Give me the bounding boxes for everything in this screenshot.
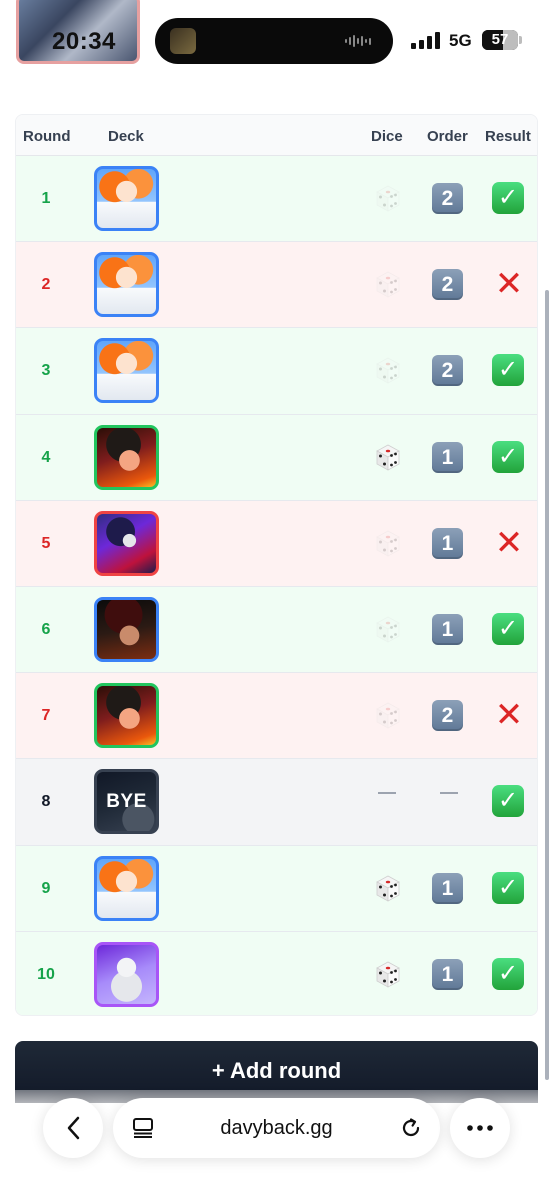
browser-toolbar: davyback.gg — [0, 1090, 553, 1200]
table-row[interactable]: 3 2 ✓ — [16, 328, 537, 415]
dice-icon[interactable] — [373, 873, 403, 903]
deck-leader-image[interactable] — [94, 424, 159, 490]
order-badge[interactable]: 2 — [432, 183, 463, 214]
deck-leader-image[interactable]: BYE — [94, 769, 159, 835]
dice-empty-dash — [378, 792, 396, 795]
dice-icon[interactable] — [373, 959, 403, 989]
check-mark-icon[interactable]: ✓ — [492, 354, 524, 387]
round-number: 10 — [37, 965, 55, 983]
table-row[interactable]: 7 2 ✕ — [16, 673, 537, 760]
deck-leader-image[interactable] — [94, 596, 159, 662]
battery-level: 57 — [491, 31, 509, 48]
table-row[interactable]: 1 2 ✓ — [16, 156, 537, 243]
round-number: 7 — [41, 707, 51, 725]
back-button[interactable] — [43, 1098, 103, 1158]
cellular-signal-icon — [411, 31, 441, 49]
order-badge[interactable]: 1 — [432, 441, 463, 473]
check-mark-icon[interactable]: ✓ — [492, 612, 524, 645]
deck-leader-image[interactable] — [94, 683, 159, 749]
header-deck: Deck — [108, 128, 144, 145]
scrollbar[interactable] — [545, 290, 549, 1080]
order-empty-dash — [440, 792, 458, 795]
round-number: 9 — [41, 879, 51, 897]
now-playing-artwork — [170, 28, 196, 54]
table-header: Round Deck Dice Order Result — [16, 115, 537, 156]
header-dice: Dice — [371, 128, 403, 145]
dice-icon[interactable] — [373, 269, 403, 299]
round-number: 8 — [41, 793, 51, 811]
dice-icon[interactable] — [373, 442, 403, 472]
url-text[interactable]: davyback.gg — [113, 1117, 440, 1140]
header-round: Round — [23, 128, 71, 145]
status-bar: 20:34 5G 57 — [0, 0, 553, 80]
cross-mark-icon[interactable]: ✕ — [493, 267, 525, 301]
cross-mark-icon[interactable]: ✕ — [493, 526, 525, 560]
audio-waveform-icon — [345, 34, 375, 48]
order-badge[interactable]: 1 — [432, 613, 463, 645]
table-row[interactable]: 10 1 ✓ — [16, 931, 537, 1015]
table-row[interactable]: 9 1 ✓ — [16, 845, 537, 932]
network-type: 5G — [449, 31, 472, 50]
deck-leader-image[interactable] — [94, 510, 159, 576]
order-badge[interactable]: 2 — [432, 355, 463, 387]
table-row[interactable]: 4 1 ✓ — [16, 414, 537, 501]
dice-icon[interactable] — [373, 528, 403, 558]
deck-leader-image[interactable] — [94, 941, 159, 1007]
order-badge[interactable]: 1 — [432, 958, 463, 990]
address-bar[interactable]: davyback.gg — [113, 1098, 440, 1158]
status-time: 20:34 — [52, 28, 116, 55]
ellipsis-icon — [466, 1124, 494, 1132]
reload-icon[interactable] — [399, 1116, 423, 1140]
more-button[interactable] — [450, 1098, 510, 1158]
check-mark-icon[interactable]: ✓ — [492, 785, 524, 818]
round-number: 2 — [41, 276, 51, 294]
table-row[interactable]: 5 1 ✕ — [16, 500, 537, 587]
deck-leader-image[interactable] — [94, 338, 159, 404]
chevron-left-icon — [61, 1116, 85, 1140]
deck-leader-image[interactable] — [94, 166, 159, 231]
order-badge[interactable]: 1 — [432, 527, 463, 559]
round-number: 1 — [41, 190, 51, 207]
dice-icon[interactable] — [373, 700, 403, 730]
deck-leader-image[interactable] — [94, 855, 159, 921]
round-number: 4 — [41, 448, 51, 466]
table-row[interactable]: 8 BYE ✓ — [16, 759, 537, 846]
bye-label: BYE — [106, 790, 147, 812]
round-number: 5 — [41, 534, 51, 552]
table-body: 1 2 ✓ 2 2 ✕ 3 2 ✓ 4 1 ✓ 5 1 ✕ 6 1 ✓ 7 2 ✕ 8 BYE ✓ 9 1 ✓ 10 1 ✓ — [16, 156, 537, 1015]
order-badge[interactable]: 2 — [432, 700, 463, 732]
check-mark-icon[interactable]: ✓ — [492, 957, 524, 990]
dice-icon[interactable] — [373, 355, 403, 385]
order-badge[interactable]: 2 — [432, 269, 463, 301]
battery-icon: 57 — [482, 30, 518, 50]
table-row[interactable]: 2 2 ✕ — [16, 242, 537, 329]
header-result: Result — [485, 128, 531, 145]
dynamic-island[interactable] — [155, 18, 393, 64]
deck-leader-image[interactable] — [94, 252, 159, 318]
battery-tip — [519, 36, 522, 44]
cross-mark-icon[interactable]: ✕ — [493, 698, 525, 732]
order-badge[interactable]: 1 — [432, 872, 463, 904]
dice-icon[interactable] — [373, 614, 403, 644]
rounds-table: Round Deck Dice Order Result 1 2 ✓ 2 2 ✕ 3 2 ✓ 4 1… — [15, 114, 538, 1016]
dice-icon[interactable] — [373, 183, 403, 213]
check-mark-icon[interactable]: ✓ — [492, 440, 524, 473]
check-mark-icon[interactable]: ✓ — [492, 182, 524, 214]
round-number: 3 — [41, 362, 51, 380]
round-number: 6 — [41, 620, 51, 638]
check-mark-icon[interactable]: ✓ — [492, 871, 524, 904]
table-row[interactable]: 6 1 ✓ — [16, 586, 537, 674]
header-order: Order — [427, 128, 468, 145]
